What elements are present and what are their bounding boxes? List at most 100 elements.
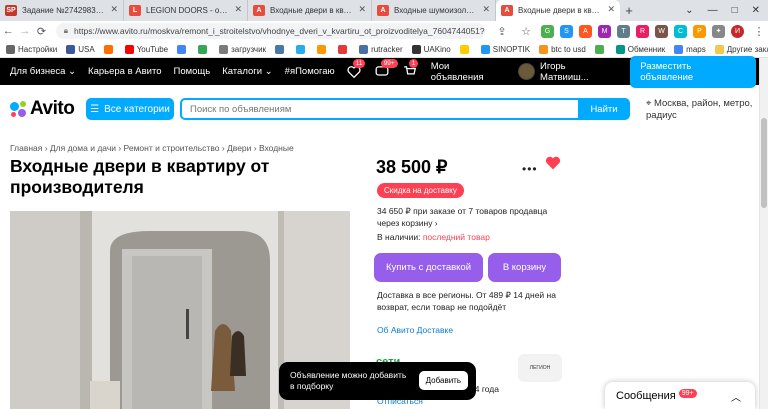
tab-favicon-icon: L bbox=[129, 5, 141, 16]
share-icon[interactable]: ⇪ bbox=[493, 25, 511, 38]
extension-icon[interactable]: P bbox=[693, 24, 707, 38]
more-options-icon[interactable]: ••• bbox=[522, 162, 538, 176]
find-button[interactable]: Найти bbox=[578, 98, 630, 120]
page-scrollbar[interactable] bbox=[759, 58, 768, 409]
tab-search-icon[interactable]: ⌄ bbox=[685, 5, 693, 16]
add-to-collection-button[interactable]: Добавить bbox=[418, 371, 468, 390]
breadcrumb[interactable]: Главная › Для дома и дачи › Ремонт и стр… bbox=[10, 143, 294, 153]
buy-with-delivery-button[interactable]: Купить с доставкой bbox=[374, 253, 483, 282]
browser-tab[interactable]: A Входные двери в квартиру St ✕ bbox=[248, 0, 372, 21]
my-ads-link[interactable]: Мои объявления bbox=[431, 61, 504, 83]
reload-icon[interactable]: ⟳ bbox=[33, 25, 50, 38]
chevron-up-icon[interactable]: ︿ bbox=[731, 389, 741, 404]
messages-icon[interactable]: 99+ bbox=[375, 58, 398, 79]
messages-widget[interactable]: Сообщения 99+ ︿ bbox=[605, 382, 755, 409]
bookmark-item[interactable] bbox=[317, 44, 329, 54]
bookmark-item[interactable]: USA bbox=[66, 44, 95, 54]
new-tab-button[interactable]: + bbox=[620, 0, 638, 21]
avito-logo[interactable]: Avito bbox=[10, 98, 75, 120]
maximize-icon[interactable]: □ bbox=[732, 5, 738, 16]
help-tag-link[interactable]: #яПомогаю bbox=[285, 66, 335, 77]
extension-icon[interactable]: R bbox=[636, 24, 650, 38]
close-window-icon[interactable]: ✕ bbox=[752, 5, 760, 16]
bookmark-label: USA bbox=[78, 44, 95, 54]
all-categories-button[interactable]: ☰ Все категории bbox=[86, 98, 174, 120]
catalogs-link[interactable]: Каталоги ⌄ bbox=[222, 66, 272, 77]
cart-count: 1 bbox=[408, 58, 419, 68]
bookmark-label: Обменник bbox=[627, 44, 666, 54]
bookmark-item[interactable] bbox=[338, 44, 350, 54]
forward-icon[interactable]: → bbox=[17, 25, 34, 37]
menu-icon[interactable]: ⋮ bbox=[750, 25, 768, 38]
extension-icon[interactable]: G bbox=[541, 24, 555, 38]
user-menu[interactable]: Игорь Матвииш... bbox=[518, 61, 616, 83]
tab-title: Входные двери в квартиру St bbox=[270, 6, 353, 15]
browser-tab[interactable]: A Входные шумоизоляционные ✕ bbox=[372, 0, 496, 21]
add-to-cart-button[interactable]: В корзину bbox=[488, 253, 561, 282]
tab-title: Входные шумоизоляционные bbox=[394, 6, 477, 15]
bookmark-favicon-icon bbox=[103, 44, 113, 54]
bulk-price-link[interactable]: 34 650 ₽ при заказе от 7 товаров продавц… bbox=[377, 205, 567, 229]
extension-icon[interactable]: W bbox=[655, 24, 669, 38]
close-tab-icon[interactable]: ✕ bbox=[607, 4, 615, 15]
bookmark-item[interactable] bbox=[275, 44, 287, 54]
bookmark-item[interactable]: UAKino bbox=[411, 44, 451, 54]
messages-widget-count: 99+ bbox=[678, 388, 697, 398]
extension-icon[interactable]: T bbox=[617, 24, 631, 38]
back-icon[interactable]: ← bbox=[0, 25, 17, 37]
price: 38 500 ₽ bbox=[376, 157, 448, 177]
close-tab-icon[interactable]: ✕ bbox=[358, 4, 366, 15]
bookmark-favicon-icon bbox=[539, 44, 549, 54]
bookmark-item[interactable]: YouTube bbox=[124, 44, 168, 54]
browser-tab[interactable]: A Входные двери в квартиру от ✕ bbox=[496, 0, 620, 21]
puzzle-icon[interactable]: ✦ bbox=[712, 24, 726, 38]
close-tab-icon[interactable]: ✕ bbox=[482, 4, 490, 15]
bookmark-item[interactable]: Настройки bbox=[6, 44, 57, 54]
bookmark-label: UAKino bbox=[423, 44, 451, 54]
search-input[interactable]: Поиск по объявлениям bbox=[180, 98, 580, 120]
extension-icon[interactable]: M bbox=[598, 24, 612, 38]
extension-icon[interactable]: C bbox=[674, 24, 688, 38]
bookmark-item[interactable] bbox=[103, 44, 116, 54]
tab-title: LEGION DOORS - официальны bbox=[146, 6, 229, 15]
for-business-link[interactable]: Для бизнеса ⌄ bbox=[10, 66, 76, 77]
bookmark-item[interactable]: btc to usd bbox=[539, 44, 586, 54]
favorite-heart-icon[interactable] bbox=[545, 156, 561, 173]
avito-delivery-link[interactable]: Об Авито Доставке bbox=[377, 325, 453, 335]
folder-icon bbox=[714, 44, 724, 54]
bookmark-item[interactable] bbox=[459, 44, 472, 54]
post-ad-button[interactable]: Разместить объявление bbox=[630, 55, 756, 88]
tab-title: Входные двери в квартиру от bbox=[518, 6, 602, 15]
bookmark-favicon-icon bbox=[359, 44, 369, 54]
bookmark-item[interactable] bbox=[177, 44, 189, 54]
bookmark-favicon-icon bbox=[674, 44, 684, 54]
extension-icon[interactable]: A bbox=[579, 24, 593, 38]
profile-icon[interactable]: И bbox=[731, 24, 745, 38]
bookmark-item[interactable]: Обменник bbox=[615, 44, 666, 54]
bookmark-other[interactable]: Другие закладки bbox=[714, 44, 768, 54]
url-field[interactable]: 🔒︎ https://www.avito.ru/moskva/remont_i_… bbox=[55, 23, 486, 39]
user-name: Игорь Матвииш... bbox=[540, 60, 589, 83]
location-selector[interactable]: ⌖ Москва, район, метро, радиус bbox=[646, 98, 766, 122]
browser-tab[interactable]: SP Задание №2742983 - просмо ✕ bbox=[0, 0, 124, 21]
bookmark-item[interactable] bbox=[198, 44, 210, 54]
bookmark-item[interactable]: загрузчик bbox=[219, 44, 266, 54]
bookmark-item[interactable]: SINOPTIK bbox=[480, 44, 530, 54]
bookmark-item[interactable] bbox=[296, 44, 308, 54]
extension-icon[interactable]: S bbox=[560, 24, 574, 38]
bookmark-star-icon[interactable]: ☆ bbox=[517, 25, 535, 38]
scrollbar-thumb[interactable] bbox=[761, 118, 767, 208]
minimize-icon[interactable]: — bbox=[708, 5, 718, 16]
close-tab-icon[interactable]: ✕ bbox=[234, 4, 242, 15]
browser-tab[interactable]: L LEGION DOORS - официальны ✕ bbox=[124, 0, 248, 21]
avito-logo-icon bbox=[10, 100, 27, 118]
help-link[interactable]: Помощь bbox=[174, 66, 211, 77]
favorites-icon[interactable]: 11 bbox=[347, 58, 366, 79]
close-tab-icon[interactable]: ✕ bbox=[110, 4, 118, 15]
cart-icon[interactable]: 1 bbox=[403, 58, 419, 79]
bookmark-item[interactable]: maps bbox=[674, 44, 706, 54]
bookmark-item[interactable] bbox=[594, 44, 607, 54]
seller-logo[interactable]: ЛЕГИОН bbox=[518, 354, 562, 382]
bookmark-item[interactable]: rutracker bbox=[359, 44, 403, 54]
career-link[interactable]: Карьера в Авито bbox=[88, 66, 161, 77]
